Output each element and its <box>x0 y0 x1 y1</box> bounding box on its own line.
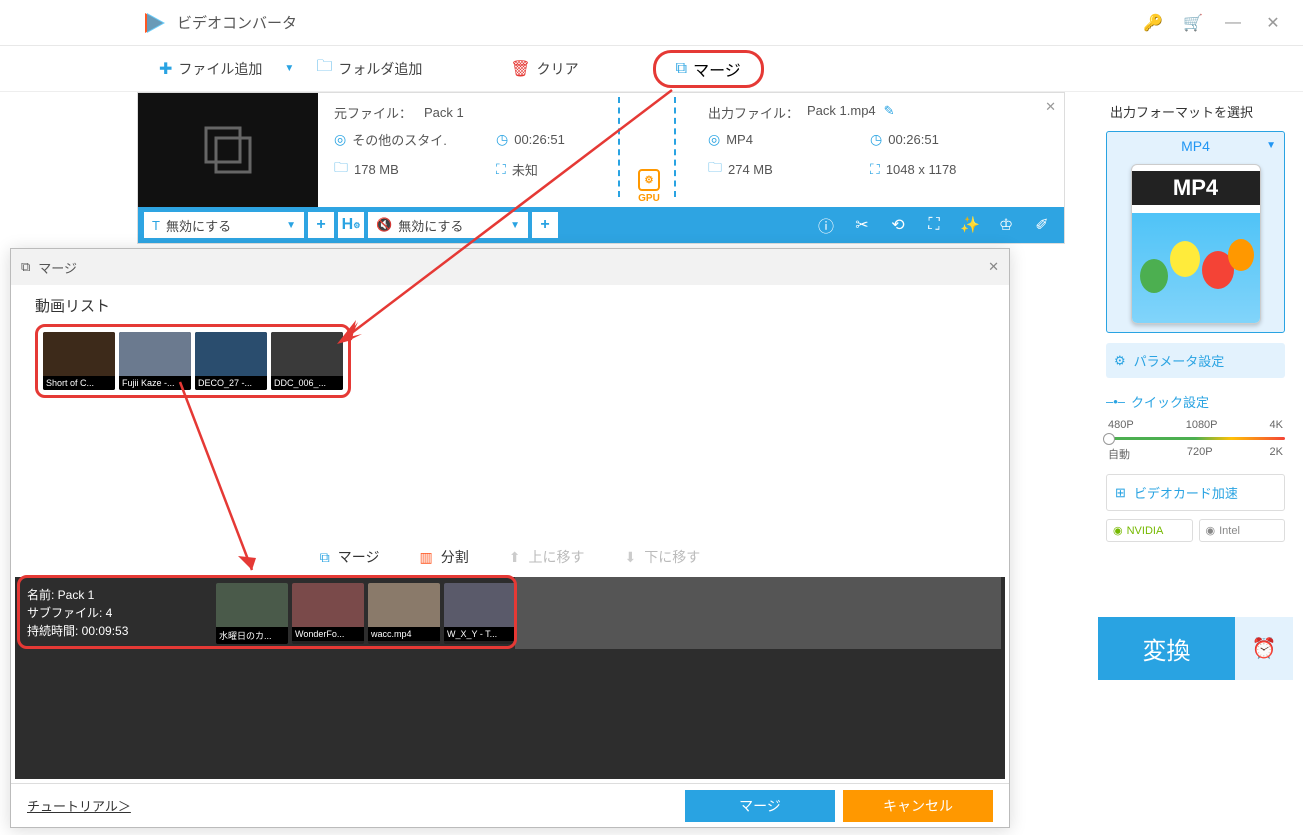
chevron-down-icon: ▼ <box>1266 140 1276 151</box>
source-thumbs-highlight: Short of C...Fujii Kaze -...DECO_27 -...… <box>35 324 351 398</box>
move-down-button[interactable]: ⬇下に移す <box>624 547 700 567</box>
dialog-merge-button[interactable]: マージ <box>685 790 835 822</box>
main-toolbar: ✚ ファイル追加 ▼ 🗀 フォルダ追加 🗑 クリア ⧉ マージ <box>0 46 1303 92</box>
merge-icon: ⧉ <box>676 60 687 78</box>
intel-icon: ◉ <box>1206 524 1216 537</box>
list-item[interactable]: Fujii Kaze -... <box>119 332 191 390</box>
list-item[interactable]: Short of C... <box>43 332 115 390</box>
source-label: 元ファイル： <box>334 103 412 122</box>
trash-icon: 🗑 <box>510 59 530 79</box>
dialog-titlebar: ⧉ マージ ✕ <box>11 249 1009 285</box>
audio-select[interactable]: 🔇 無効にする▼ <box>368 212 528 238</box>
split-icon: ▥ <box>420 549 433 566</box>
chip-icon: ⊞ <box>1115 485 1126 501</box>
move-up-button[interactable]: ⬆上に移す <box>509 547 585 567</box>
merge-dialog: ⧉ マージ ✕ 動画リスト Short of C...Fujii Kaze -.… <box>10 248 1010 828</box>
dialog-footer: チュートリアル＞ マージ キャンセル <box>11 783 1009 827</box>
folder-icon: 🗀 <box>316 55 332 82</box>
edit-icon[interactable]: ✐ <box>1026 215 1058 235</box>
titlebar: ビデオコンバータ 🔑 🛒 — ✕ <box>0 0 1303 46</box>
hw-accel-button[interactable]: ⊞ ビデオカード加速 <box>1106 474 1285 511</box>
convert-button[interactable]: 変換 <box>1098 617 1235 680</box>
subtitle-settings-button[interactable]: H⚙ <box>338 212 364 238</box>
res-icon: ⛶ <box>496 161 506 178</box>
gpu-badge: ⚙GPU <box>638 169 660 204</box>
close-button[interactable]: ✕ <box>1253 8 1293 38</box>
nvidia-icon: ◉ <box>1113 524 1123 537</box>
output-name: Pack 1.mp4 <box>807 103 876 122</box>
list-item[interactable]: DECO_27 -... <box>195 332 267 390</box>
sliders-icon: ⚙ <box>1114 353 1126 369</box>
clock-icon: ◷ <box>496 131 508 148</box>
size-icon: 🗀 <box>334 157 348 181</box>
list-item[interactable]: DDC_006_... <box>271 332 343 390</box>
clock-icon: ◷ <box>870 131 882 148</box>
mid-split-button[interactable]: ▥分割 <box>420 547 469 567</box>
parameter-settings-button[interactable]: ⚙ パラメータ設定 <box>1106 343 1285 378</box>
quality-slider[interactable] <box>1106 437 1285 440</box>
source-thumbs: Short of C...Fujii Kaze -...DECO_27 -...… <box>38 327 348 395</box>
merge-icon: ⧉ <box>320 549 330 566</box>
dash-icon: –•– <box>1106 394 1125 409</box>
dialog-cancel-button[interactable]: キャンセル <box>843 790 993 822</box>
pack-highlight <box>17 575 517 649</box>
quick-settings: –•–クイック設定 480P 1080P 4K 自動 720P 2K <box>1106 392 1285 462</box>
cut-icon[interactable]: ✂ <box>846 215 878 235</box>
add-folder-button[interactable]: 🗀 フォルダ追加 <box>302 49 436 88</box>
subtitle-select[interactable]: T 無効にする▼ <box>144 212 304 238</box>
source-name: Pack 1 <box>424 105 464 120</box>
clear-button[interactable]: 🗑 クリア <box>496 53 592 85</box>
add-file-dropdown[interactable]: ▼ <box>276 63 302 74</box>
merge-mid-toolbar: ⧉マージ ▥分割 ⬆上に移す ⬇下に移す <box>11 537 1009 577</box>
style-icon: ◎ <box>334 131 346 148</box>
file-panel: ✕ 元ファイル： Pack 1 出力ファイル： Pack 1.mp4 ✎ ◎その… <box>137 92 1065 244</box>
format-icon: ◎ <box>708 131 720 148</box>
activate-icon[interactable]: 🔑 <box>1133 8 1173 38</box>
plus-icon: ✚ <box>159 59 172 79</box>
watermark-icon[interactable]: ♔ <box>990 215 1022 235</box>
size-icon: 🗀 <box>708 157 722 181</box>
empty-area <box>15 649 1005 779</box>
minimize-button[interactable]: — <box>1213 8 1253 38</box>
app-title: ビデオコンバータ <box>177 12 1133 33</box>
add-audio-button[interactable]: + <box>532 212 558 238</box>
speaker-icon: 🔇 <box>376 217 392 233</box>
format-section-title: 出力フォーマットを選択 <box>1098 92 1293 131</box>
add-file-button[interactable]: ✚ ファイル追加 <box>145 53 276 85</box>
down-icon: ⬇ <box>624 549 636 566</box>
format-selector[interactable]: MP4▼ MP4 <box>1106 131 1285 333</box>
remove-file-button[interactable]: ✕ <box>1045 99 1056 115</box>
edit-icon[interactable]: ✎ <box>884 103 895 122</box>
nvidia-badge: ◉NVIDIA <box>1106 519 1193 542</box>
video-list-label: 動画リスト <box>35 295 985 316</box>
res-icon: ⛶ <box>870 161 880 178</box>
merge-button[interactable]: ⧉ マージ <box>653 50 764 88</box>
right-panel: 出力フォーマットを選択 MP4▼ MP4 ⚙ パラメータ設定 –•–クイック設定… <box>1098 92 1293 542</box>
crop-icon[interactable]: ⛶ <box>918 216 950 234</box>
text-icon: T <box>152 218 160 233</box>
effects-icon[interactable]: ✨ <box>954 215 986 235</box>
file-thumbnail[interactable] <box>138 93 318 207</box>
edit-toolbar: T 無効にする▼ + H⚙ 🔇 無効にする▼ + ⓘ ✂ ⟲ ⛶ ✨ ♔ ✐ <box>138 207 1064 243</box>
rotate-icon[interactable]: ⟲ <box>882 215 914 235</box>
add-subtitle-button[interactable]: + <box>308 212 334 238</box>
info-icon[interactable]: ⓘ <box>810 213 842 237</box>
up-icon: ⬆ <box>509 549 521 566</box>
intel-badge: ◉Intel <box>1199 519 1286 542</box>
dialog-close-button[interactable]: ✕ <box>988 259 999 275</box>
app-logo <box>145 12 167 34</box>
output-label: 出力ファイル： <box>708 103 799 122</box>
tutorial-link[interactable]: チュートリアル＞ <box>27 796 131 815</box>
format-preview: MP4 <box>1131 164 1261 324</box>
merge-icon: ⧉ <box>21 259 30 275</box>
cart-icon[interactable]: 🛒 <box>1173 8 1213 38</box>
schedule-button[interactable]: ⏰ <box>1235 617 1293 680</box>
mid-merge-button[interactable]: ⧉マージ <box>320 547 380 567</box>
